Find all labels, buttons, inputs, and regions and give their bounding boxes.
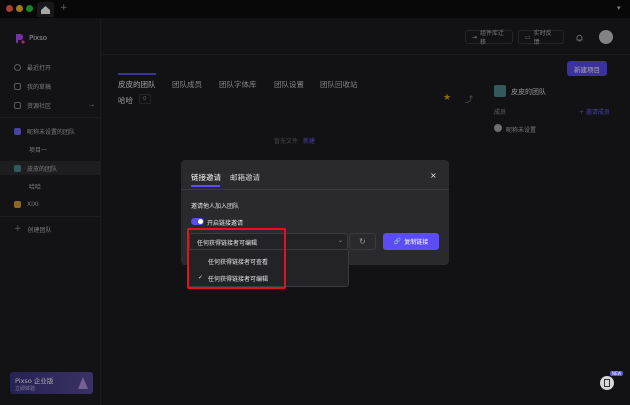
- refresh-link-button[interactable]: ↻: [349, 233, 376, 250]
- link-icon: 🔗: [393, 238, 402, 245]
- divider: [181, 189, 449, 190]
- refresh-icon: ↻: [359, 237, 366, 246]
- help-button[interactable]: [600, 376, 614, 390]
- annotation-highlight-box: [187, 228, 286, 289]
- link-invite-toggle[interactable]: [191, 218, 204, 225]
- close-icon[interactable]: ×: [430, 171, 437, 180]
- new-badge: NEW: [610, 371, 624, 376]
- tab-email-invite[interactable]: 邮箱邀请: [230, 172, 260, 183]
- toggle-label: 开启链接邀请: [207, 220, 244, 227]
- tab-link-invite[interactable]: 链接邀请: [191, 172, 221, 183]
- document-icon: [604, 379, 610, 387]
- copy-link-button[interactable]: 🔗 复制链接: [383, 233, 439, 250]
- chevron-down-icon: ⌄: [338, 237, 344, 244]
- section-label: 邀请他人加入团队: [191, 203, 240, 210]
- button-label: 复制链接: [404, 239, 429, 246]
- dialog-tab-indicator: [191, 185, 220, 187]
